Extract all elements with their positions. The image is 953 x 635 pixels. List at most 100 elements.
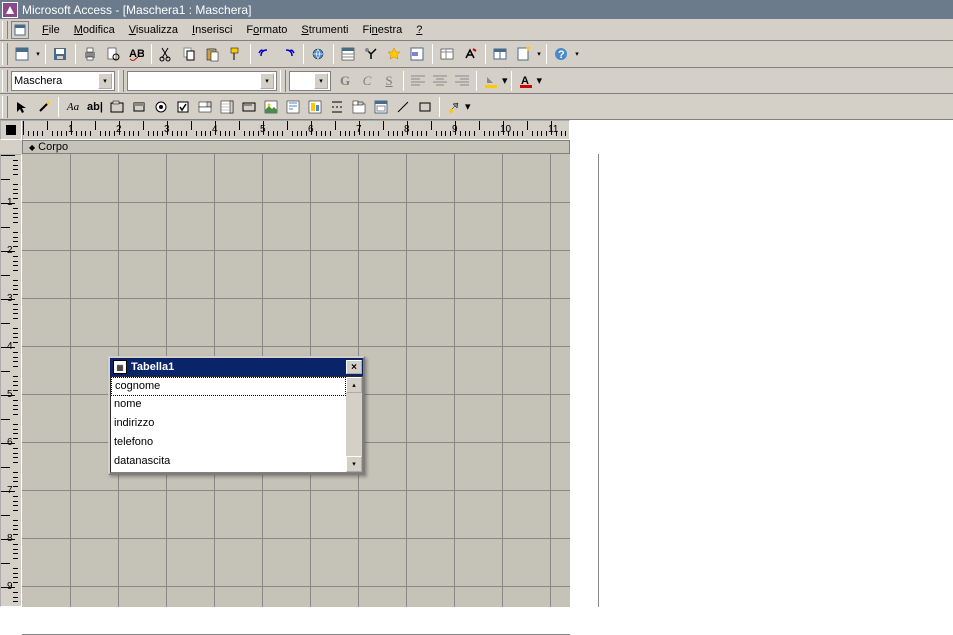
paste-button[interactable] xyxy=(201,43,223,65)
redo-button[interactable] xyxy=(277,43,299,65)
bold-button[interactable]: G xyxy=(334,70,356,92)
scroll-up-button[interactable]: ▴ xyxy=(346,377,362,393)
new-object-dropdown[interactable]: ▾ xyxy=(535,50,543,58)
menu-insert[interactable]: Inserisci xyxy=(185,22,239,38)
cut-button[interactable] xyxy=(155,43,177,65)
rectangle-tool[interactable] xyxy=(414,96,436,118)
fill-color-button[interactable] xyxy=(480,70,502,92)
line-tool[interactable] xyxy=(392,96,414,118)
menu-file[interactable]: File xyxy=(35,22,67,38)
vertical-ruler[interactable]: 12345678910 xyxy=(0,154,22,607)
field-item[interactable]: indirizzo xyxy=(111,415,346,434)
menu-view[interactable]: Visualizza xyxy=(122,22,185,38)
togglebutton-tool[interactable] xyxy=(128,96,150,118)
chevron-down-icon[interactable]: ▾ xyxy=(260,73,274,89)
field-list-title: Tabella1 xyxy=(131,361,346,373)
optionbutton-tool[interactable] xyxy=(150,96,172,118)
svg-text:ABC: ABC xyxy=(129,48,144,60)
chevron-down-icon[interactable]: ▾ xyxy=(98,73,112,89)
fontsize-combo[interactable]: ▾ xyxy=(289,71,331,91)
close-button[interactable]: × xyxy=(346,360,362,374)
grip-icon xyxy=(118,70,124,92)
subform-tool[interactable] xyxy=(370,96,392,118)
save-button[interactable] xyxy=(49,43,71,65)
section-header-corpo[interactable]: Corpo xyxy=(22,140,570,154)
toolbar-options-dropdown[interactable]: ▾ xyxy=(573,50,581,58)
properties-button[interactable] xyxy=(436,43,458,65)
scrollbar[interactable]: ▴ ▾ xyxy=(346,377,362,472)
field-item[interactable]: nome xyxy=(111,396,346,415)
help-button[interactable]: ? xyxy=(550,43,572,65)
menu-window[interactable]: Finestra xyxy=(355,22,409,38)
toolbox-bar: Aa ab| ▾ xyxy=(0,94,953,120)
menu-tools[interactable]: Strumenti xyxy=(294,22,355,38)
format-painter-button[interactable] xyxy=(224,43,246,65)
autoformat-button[interactable] xyxy=(383,43,405,65)
font-color-dropdown[interactable]: ▾ xyxy=(537,74,543,87)
tab-control-tool[interactable] xyxy=(348,96,370,118)
object-combo-value: Maschera xyxy=(14,75,96,87)
menu-help[interactable]: ? xyxy=(409,22,429,38)
print-preview-button[interactable] xyxy=(102,43,124,65)
build-button[interactable] xyxy=(459,43,481,65)
align-right-button[interactable] xyxy=(451,70,473,92)
object-combo[interactable]: Maschera ▾ xyxy=(11,71,115,91)
menu-bar: File Modifica Visualizza Inserisci Forma… xyxy=(0,19,953,41)
undo-button[interactable] xyxy=(254,43,276,65)
insert-hyperlink-button[interactable] xyxy=(307,43,329,65)
field-list-button[interactable] xyxy=(337,43,359,65)
wizard-tool[interactable] xyxy=(33,96,55,118)
font-combo[interactable]: ▾ xyxy=(127,71,277,91)
scroll-down-button[interactable]: ▾ xyxy=(346,456,362,472)
field-list-window[interactable]: ▦ Tabella1 × cognomenomeindirizzotelefon… xyxy=(108,356,365,475)
field-list-titlebar[interactable]: ▦ Tabella1 × xyxy=(110,358,363,376)
design-grid[interactable]: ▦ Tabella1 × cognomenomeindirizzotelefon… xyxy=(22,154,570,607)
horizontal-ruler[interactable]: 1234567891011 xyxy=(22,120,570,140)
align-left-button[interactable] xyxy=(407,70,429,92)
print-button[interactable] xyxy=(79,43,101,65)
window-title: Microsoft Access - [Maschera1 : Maschera… xyxy=(22,3,251,17)
button-tool[interactable] xyxy=(238,96,260,118)
label-tool[interactable]: Aa xyxy=(62,96,84,118)
textbox-tool[interactable]: ab| xyxy=(84,96,106,118)
design-area: 1234567891011 Corpo 12345678910 ▦ Tabell… xyxy=(0,120,570,607)
fill-color-dropdown[interactable]: ▾ xyxy=(502,74,508,87)
field-item[interactable]: datanascita xyxy=(111,453,346,472)
code-button[interactable] xyxy=(406,43,428,65)
optiongroup-tool[interactable] xyxy=(106,96,128,118)
checkbox-tool[interactable] xyxy=(172,96,194,118)
chevron-down-icon[interactable]: ▾ xyxy=(314,73,328,89)
view-dropdown[interactable]: ▾ xyxy=(34,50,42,58)
form-selector[interactable] xyxy=(0,120,22,140)
grip-icon xyxy=(2,21,8,39)
listbox-tool[interactable] xyxy=(216,96,238,118)
bound-object-tool[interactable] xyxy=(304,96,326,118)
spelling-button[interactable]: ABC xyxy=(125,43,147,65)
form-icon[interactable] xyxy=(11,21,29,39)
grip-icon xyxy=(2,96,8,118)
copy-button[interactable] xyxy=(178,43,200,65)
select-tool[interactable] xyxy=(11,96,33,118)
align-center-button[interactable] xyxy=(429,70,451,92)
more-controls-tool[interactable] xyxy=(443,96,465,118)
grip-icon xyxy=(280,70,286,92)
more-controls-dropdown[interactable]: ▾ xyxy=(465,100,471,113)
underline-button[interactable]: S xyxy=(378,70,400,92)
field-list-items: cognomenomeindirizzotelefonodatanascita xyxy=(111,377,346,472)
field-item[interactable]: telefono xyxy=(111,434,346,453)
image-tool[interactable] xyxy=(260,96,282,118)
pagebreak-tool[interactable] xyxy=(326,96,348,118)
font-color-button[interactable]: A xyxy=(515,70,537,92)
database-window-button[interactable] xyxy=(489,43,511,65)
combobox-tool[interactable] xyxy=(194,96,216,118)
scroll-track[interactable] xyxy=(346,393,362,456)
menu-edit[interactable]: Modifica xyxy=(67,22,122,38)
menu-format[interactable]: Formato xyxy=(239,22,294,38)
grip-icon xyxy=(2,70,8,92)
italic-button[interactable]: C xyxy=(356,70,378,92)
view-button[interactable] xyxy=(11,43,33,65)
new-object-button[interactable] xyxy=(512,43,534,65)
field-item[interactable]: cognome xyxy=(111,377,346,396)
unbound-object-tool[interactable] xyxy=(282,96,304,118)
toolbox-button[interactable] xyxy=(360,43,382,65)
